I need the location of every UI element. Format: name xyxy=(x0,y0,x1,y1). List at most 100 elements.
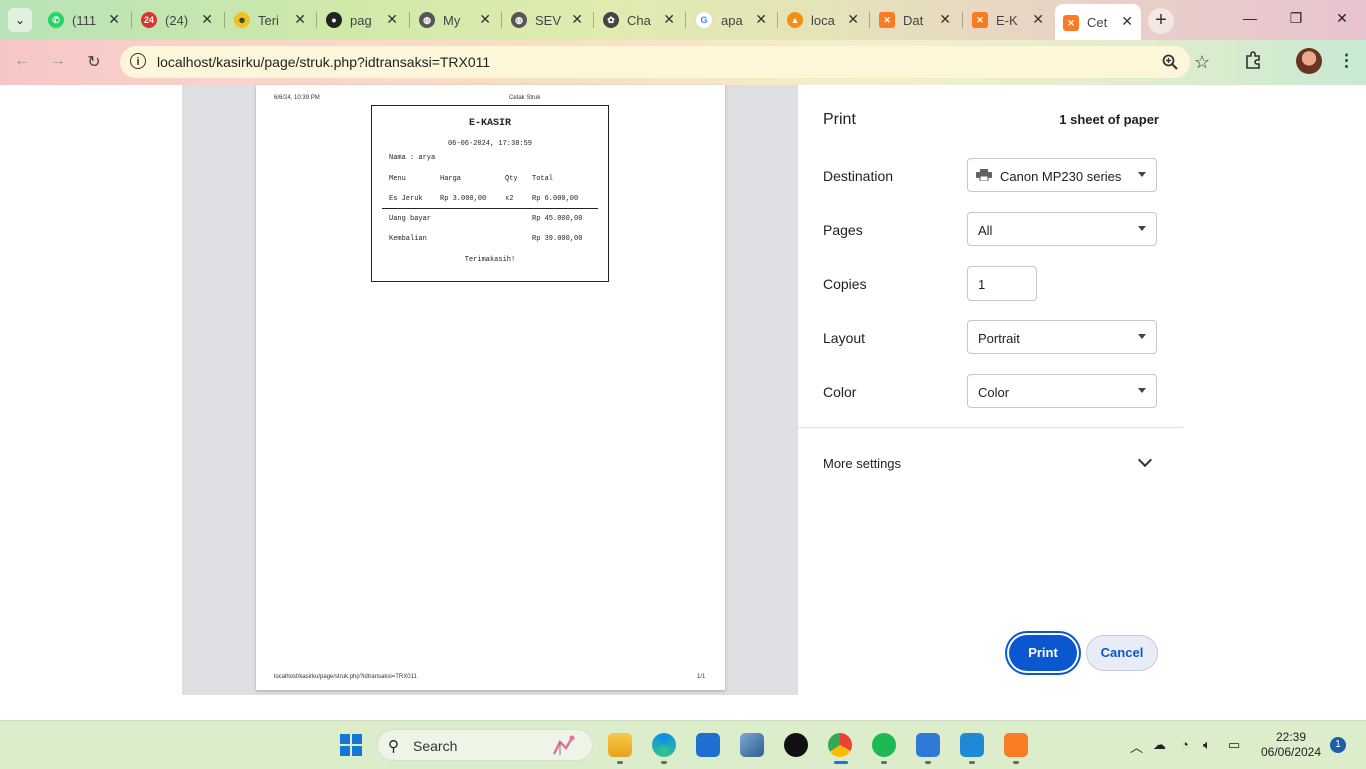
taskbar-clock[interactable]: 22:39 06/06/2024 xyxy=(1256,730,1326,760)
zoom-icon[interactable] xyxy=(1162,54,1178,75)
wifi-icon[interactable]: ◔ xyxy=(1181,737,1189,752)
browser-tab[interactable]: ✿ Cha ✕ xyxy=(595,6,683,34)
page-background xyxy=(0,85,182,720)
tab-title: Teri xyxy=(258,12,279,28)
print-settings-panel: Print 1 sheet of paper Destination Canon… xyxy=(798,85,1183,695)
notification-badge[interactable]: 1 xyxy=(1330,737,1346,753)
running-indicator xyxy=(969,761,975,764)
close-tab-icon[interactable]: ✕ xyxy=(755,11,767,28)
browser-tab[interactable]: ◍ My ✕ xyxy=(411,6,499,34)
volume-icon[interactable]: 🔈︎ xyxy=(1203,737,1211,753)
minimize-button[interactable]: — xyxy=(1240,10,1260,26)
chrome-icon[interactable] xyxy=(828,733,852,757)
bookmark-star-icon[interactable]: ☆ xyxy=(1194,52,1210,73)
chevron-down-icon: ⌄ xyxy=(14,13,26,27)
browser-tab[interactable]: ✕ E-K ✕ xyxy=(964,6,1052,34)
pages-label: Pages xyxy=(823,222,863,238)
preview-page: 6/6/24, 10:39 PM Cetak Struk E-KASIR 06-… xyxy=(256,85,725,690)
profile-avatar[interactable] xyxy=(1296,48,1322,74)
back-button[interactable]: ← xyxy=(11,52,33,70)
notepad-icon[interactable] xyxy=(916,733,940,757)
reload-button[interactable]: ↻ xyxy=(83,52,105,72)
close-tab-icon[interactable]: ✕ xyxy=(1121,13,1133,30)
forward-button[interactable]: → xyxy=(47,52,69,70)
printer-icon xyxy=(976,169,992,181)
restore-button[interactable]: ❐ xyxy=(1286,10,1306,27)
page-content: 6/6/24, 10:39 PM Cetak Struk E-KASIR 06-… xyxy=(0,85,1366,720)
browser-tab[interactable]: ☻ Teri ✕ xyxy=(226,6,314,34)
copies-value: 1 xyxy=(978,277,986,292)
close-tab-icon[interactable]: ✕ xyxy=(201,11,213,28)
close-tab-icon[interactable]: ✕ xyxy=(571,11,583,28)
close-tab-icon[interactable]: ✕ xyxy=(108,11,120,28)
chevron-down-icon[interactable] xyxy=(1137,452,1153,468)
sheet-count: 1 sheet of paper xyxy=(1059,112,1159,127)
tab-divider xyxy=(224,12,225,28)
close-window-button[interactable]: ✕ xyxy=(1332,10,1352,27)
layout-select[interactable]: Portrait xyxy=(967,320,1157,354)
receipt-customer-name: Nama : arya xyxy=(389,154,436,162)
yellow-app-icon: ☻ xyxy=(234,12,250,28)
xampp-icon: ✕ xyxy=(1063,15,1079,31)
browser-tab[interactable]: ◍ SEV ✕ xyxy=(503,6,591,34)
file-explorer-icon[interactable] xyxy=(608,733,632,757)
copies-input[interactable]: 1 xyxy=(967,266,1037,301)
cancel-button[interactable]: Cancel xyxy=(1086,635,1158,671)
receipt-col-qty: Qty xyxy=(505,175,518,183)
microsoft-store-icon[interactable] xyxy=(696,733,720,757)
new-tab-button[interactable]: + xyxy=(1148,8,1174,34)
color-select[interactable]: Color xyxy=(967,374,1157,408)
google-icon: G xyxy=(695,11,713,29)
tab-search-button[interactable]: ⌄ xyxy=(8,8,32,32)
print-button[interactable]: Print xyxy=(1009,635,1077,671)
close-tab-icon[interactable]: ✕ xyxy=(1032,11,1044,28)
tiktok-icon[interactable] xyxy=(784,733,808,757)
onedrive-icon[interactable]: ☁ xyxy=(1153,737,1166,753)
edge-icon[interactable] xyxy=(652,733,676,757)
taskbar-search[interactable]: ⚲ Search xyxy=(377,729,593,761)
close-tab-icon[interactable]: ✕ xyxy=(663,11,675,28)
pages-select[interactable]: All xyxy=(967,212,1157,246)
windows-start-icon[interactable] xyxy=(340,734,362,756)
close-tab-icon[interactable]: ✕ xyxy=(479,11,491,28)
virtualbox-icon[interactable] xyxy=(740,733,764,757)
close-tab-icon[interactable]: ✕ xyxy=(294,11,306,28)
vscode-icon[interactable] xyxy=(960,733,984,757)
active-app-indicator xyxy=(834,761,848,764)
restore-icon: ❐ xyxy=(1289,10,1303,26)
destination-select[interactable]: Canon MP230 series Pri xyxy=(967,158,1157,192)
close-tab-icon[interactable]: ✕ xyxy=(939,11,951,28)
menu-kebab-icon[interactable]: ⋮ xyxy=(1338,51,1355,71)
close-tab-icon[interactable]: ✕ xyxy=(847,11,859,28)
browser-tab[interactable]: ● pag ✕ xyxy=(318,6,406,34)
tray-chevron-up-icon[interactable]: ︿ xyxy=(1130,737,1143,756)
tab-title: E-K xyxy=(996,12,1018,28)
globe-icon: ◍ xyxy=(419,12,435,28)
battery-icon[interactable]: ▭ xyxy=(1228,737,1240,753)
preview-header-date: 6/6/24, 10:39 PM xyxy=(274,95,320,101)
close-tab-icon[interactable]: ✕ xyxy=(386,11,398,28)
browser-tab[interactable]: ✕ Dat ✕ xyxy=(871,6,959,34)
extensions-icon[interactable] xyxy=(1244,51,1262,74)
red-24-icon: 24 xyxy=(141,12,157,28)
tab-divider xyxy=(501,12,502,28)
search-highlight-flamingo-icon xyxy=(552,735,575,755)
url-text[interactable]: localhost/kasirku/page/struk.php?idtrans… xyxy=(157,54,490,70)
xampp-icon[interactable] xyxy=(1004,733,1028,757)
globe-icon: ◍ xyxy=(511,12,527,28)
tab-title: Dat xyxy=(903,12,924,28)
receipt-item-total: Rp 6.000,00 xyxy=(532,195,579,203)
tab-divider xyxy=(409,12,410,28)
more-settings-toggle[interactable]: More settings xyxy=(823,456,901,471)
tab-divider xyxy=(869,12,870,28)
browser-tab-active[interactable]: ✕ Cet ✕ xyxy=(1055,4,1141,40)
site-info-icon[interactable]: i xyxy=(130,53,146,69)
preview-footer-page: 1/1 xyxy=(697,674,706,680)
tab-title: apa xyxy=(721,12,743,28)
browser-tab[interactable]: ✆ (111 ✕ xyxy=(40,6,128,34)
browser-tab[interactable]: 24 (24) ✕ xyxy=(133,6,221,34)
spotify-icon[interactable] xyxy=(872,733,896,757)
browser-tab[interactable]: G apa ✕ xyxy=(687,6,775,34)
browser-tab[interactable]: ▲ loca ✕ xyxy=(779,6,867,34)
address-bar[interactable]: i localhost/kasirku/page/struk.php?idtra… xyxy=(120,46,1210,78)
